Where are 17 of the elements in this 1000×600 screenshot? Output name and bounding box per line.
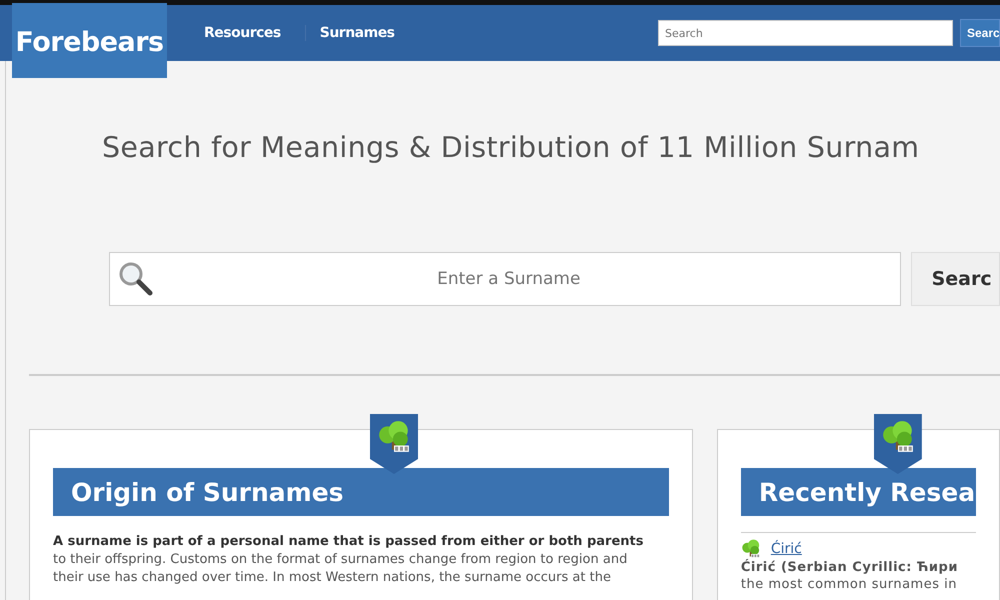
search-field[interactable]: Search bbox=[658, 20, 953, 46]
search-icon bbox=[117, 260, 155, 298]
tree-icon bbox=[880, 420, 915, 454]
surname-link[interactable]: Ćirić bbox=[770, 541, 802, 557]
nav-link[interactable]: Surnames bbox=[306, 25, 419, 41]
tree-icon bbox=[377, 420, 411, 454]
section-title: Origin of Surnames bbox=[53, 468, 669, 516]
section-title: Recently Resea bbox=[740, 468, 976, 516]
site-logo[interactable]: Forebears bbox=[12, 3, 167, 78]
intro-paragraph: A surname is part of a personal name that is passed from either or both parents to their offspring. Customs on the format of surnames change from region to region and their use has changed over time. In most Western nations, the surname occurs at the bbox=[53, 533, 644, 587]
page-headline: Search for Meanings & Distribution of 11 Million Surnam bbox=[101, 130, 920, 164]
surname-excerpt: Ćirić (Serbian Cyrillic: Ћири the most common surnames in bbox=[740, 559, 959, 593]
nav-link[interactable]: Resources bbox=[190, 25, 306, 41]
submit-button[interactable]: Searc bbox=[910, 252, 1000, 306]
surname-search-field[interactable]: Enter a Surname bbox=[109, 252, 901, 306]
submit-button[interactable]: Searc bbox=[960, 19, 1000, 47]
tree-icon bbox=[740, 539, 761, 559]
